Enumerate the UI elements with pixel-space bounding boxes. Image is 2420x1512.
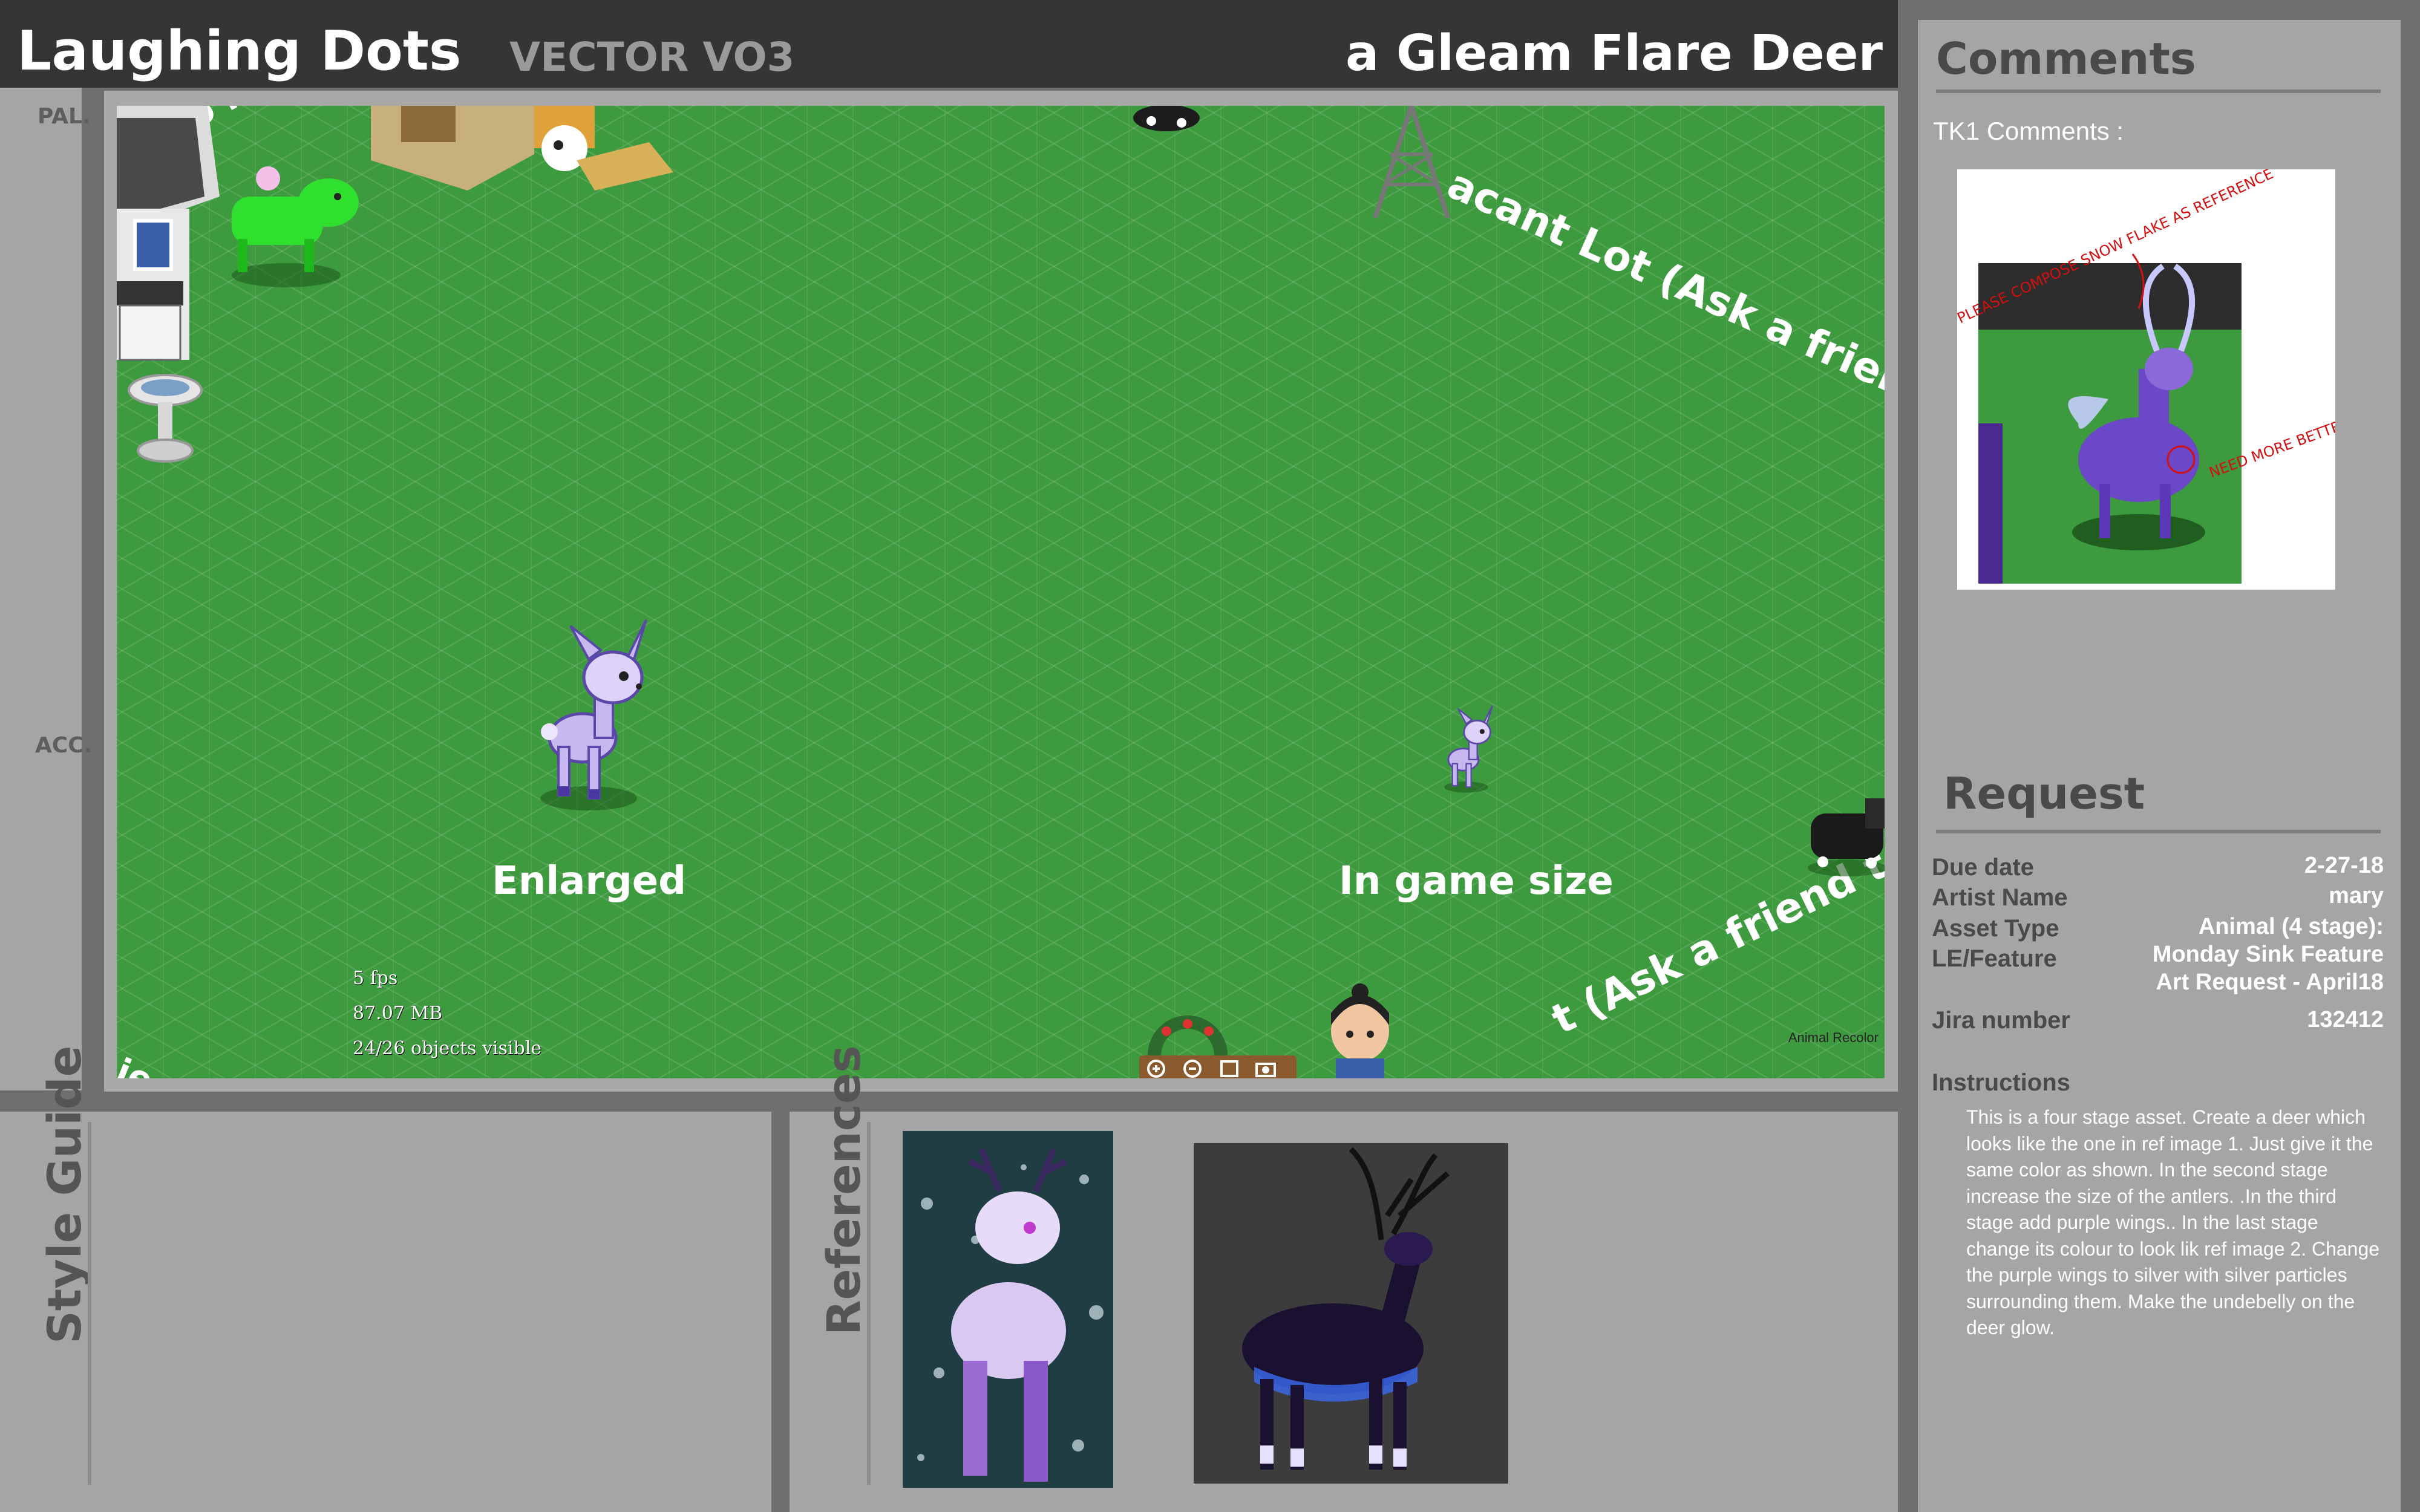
due-date-label: Due date [1932, 854, 2034, 881]
comments-divider [1936, 90, 2381, 93]
avatar[interactable] [1321, 983, 1399, 1078]
reference-image-1[interactable] [903, 1131, 1113, 1488]
le-feature-value-line2: Art Request - April18 [2156, 969, 2384, 995]
request-heading: Request [1943, 768, 2145, 819]
jira-number-value: 132412 [2307, 1007, 2384, 1032]
debug-objects: 24/26 objects visible [353, 1038, 542, 1059]
zoom-in-icon[interactable] [1145, 1058, 1169, 1078]
fullscreen-icon[interactable] [1218, 1058, 1242, 1078]
artist-name-label: Artist Name [1932, 884, 2068, 911]
jira-number-label: Jira number [1932, 1007, 2070, 1034]
enlarged-label: Enlarged [492, 859, 686, 904]
le-feature-value: Monday Sink Feature [2152, 942, 2384, 967]
instructions-text: This is a four stage asset. Create a dee… [1966, 1106, 2380, 1338]
le-feature-label: LE/Feature [1932, 945, 2057, 972]
barn-icon [371, 106, 673, 191]
tk1-comments-label: TK1 Comments : [1933, 117, 2124, 145]
references-title: References [817, 1045, 871, 1335]
zoom-out-icon[interactable] [1182, 1058, 1206, 1078]
game-watermark: Animal Recolor [1788, 1030, 1879, 1045]
deer-ingame-size[interactable] [1436, 705, 1502, 795]
style-guide-divider [88, 1122, 91, 1485]
debug-memory: 87.07 MB [353, 1003, 443, 1024]
style-guide-title: Style Guide [38, 1045, 91, 1344]
left-rail [0, 88, 82, 1090]
road-label-bottom-left: ie [117, 1050, 159, 1078]
debug-fps: 5 fps [353, 968, 398, 989]
style-guide-panel [0, 1112, 771, 1512]
accessory-label: ACC. [35, 733, 93, 758]
windmill-tower-icon [1373, 106, 1450, 219]
artist-name-value: mary [2329, 883, 2384, 908]
birdbath-icon [128, 374, 203, 463]
black-cow-icon [1808, 798, 1885, 876]
asset-type-value: Animal (4 stage): [2198, 914, 2384, 939]
dark-animal-icon [1133, 106, 1200, 131]
tk1-comment-image[interactable]: PLEASE COMPOSE SNOW FLAKE AS REFERENCE N… [1957, 169, 2335, 590]
deer-enlarged[interactable] [522, 617, 667, 816]
camera-icon[interactable] [1254, 1058, 1278, 1078]
asset-type-label: Asset Type [1932, 915, 2059, 942]
version-label: VECTOR VO3 [509, 34, 795, 80]
asset-title: a Gleam Flare Deer [1345, 25, 1883, 82]
due-date-value: 2-27-18 [2304, 853, 2384, 878]
reference-image-2[interactable] [1194, 1143, 1508, 1484]
game-view[interactable]: acant Lot (Ask a friend t t (Ask a frien… [117, 106, 1885, 1078]
comments-heading: Comments [1936, 33, 2196, 84]
request-divider [1936, 830, 2381, 833]
references-divider [867, 1122, 871, 1485]
brand-title: Laughing Dots [17, 19, 462, 83]
green-cow-icon [232, 166, 359, 287]
road-label-top: acant Lot (Ask a friend t [1440, 160, 1885, 433]
ingame-size-label: In game size [1339, 859, 1614, 904]
palette-label: PAL. [38, 104, 91, 129]
instructions-label: Instructions [1932, 1069, 2070, 1096]
